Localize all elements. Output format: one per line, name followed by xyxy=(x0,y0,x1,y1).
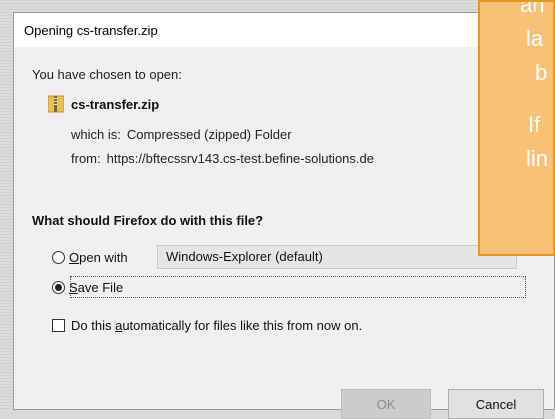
save-file-option[interactable]: Save File xyxy=(52,276,123,298)
zip-folder-icon xyxy=(48,95,64,113)
dialog-titlebar: Opening cs-transfer.zip xyxy=(14,13,554,47)
file-type-value: Compressed (zipped) Folder xyxy=(126,127,292,142)
action-question: What should Firefox do with this file? xyxy=(32,213,264,228)
radio-selected-dot xyxy=(55,283,62,291)
download-dialog: Opening cs-transfer.zip You have chosen … xyxy=(13,12,555,419)
from-label: from: xyxy=(71,151,101,166)
open-with-option[interactable]: Open with xyxy=(52,246,128,268)
save-file-radio[interactable] xyxy=(52,280,65,294)
auto-action-label: Do this automatically for files like thi… xyxy=(71,318,363,333)
open-with-label: Open with xyxy=(69,249,128,265)
file-type-row: which is: Compressed (zipped) Folder xyxy=(71,127,292,142)
file-name: cs-transfer.zip xyxy=(71,97,160,112)
dialog-title: Opening cs-transfer.zip xyxy=(24,23,158,38)
auto-action-checkbox[interactable] xyxy=(52,319,65,332)
which-is-label: which is: xyxy=(71,127,121,142)
save-file-label: Save File xyxy=(69,279,124,295)
open-with-app-select[interactable]: Windows-Explorer (default) xyxy=(157,245,517,269)
callout-line: la xyxy=(526,26,544,51)
cancel-button[interactable]: Cancel xyxy=(448,389,544,419)
callout-line: lin xyxy=(526,146,549,171)
callout-line: b xyxy=(535,60,548,85)
save-file-focus-ring xyxy=(70,276,526,298)
dialog-body: You have chosen to open: cs-transfer.zip… xyxy=(14,47,554,419)
file-source-value: https://bftecssrv143.cs-test.befine-solu… xyxy=(106,151,374,166)
callout-line: If xyxy=(528,112,541,137)
intro-text: You have chosen to open: xyxy=(32,67,182,82)
tutorial-callout: an la b If lin xyxy=(478,0,555,256)
callout-line: an xyxy=(520,0,545,17)
file-source-row: from: https://bftecssrv143.cs-test.befine… xyxy=(71,151,374,166)
auto-action-option[interactable]: Do this automatically for files like thi… xyxy=(52,318,362,333)
open-with-radio[interactable] xyxy=(52,250,65,264)
ok-button[interactable]: OK xyxy=(341,389,431,419)
